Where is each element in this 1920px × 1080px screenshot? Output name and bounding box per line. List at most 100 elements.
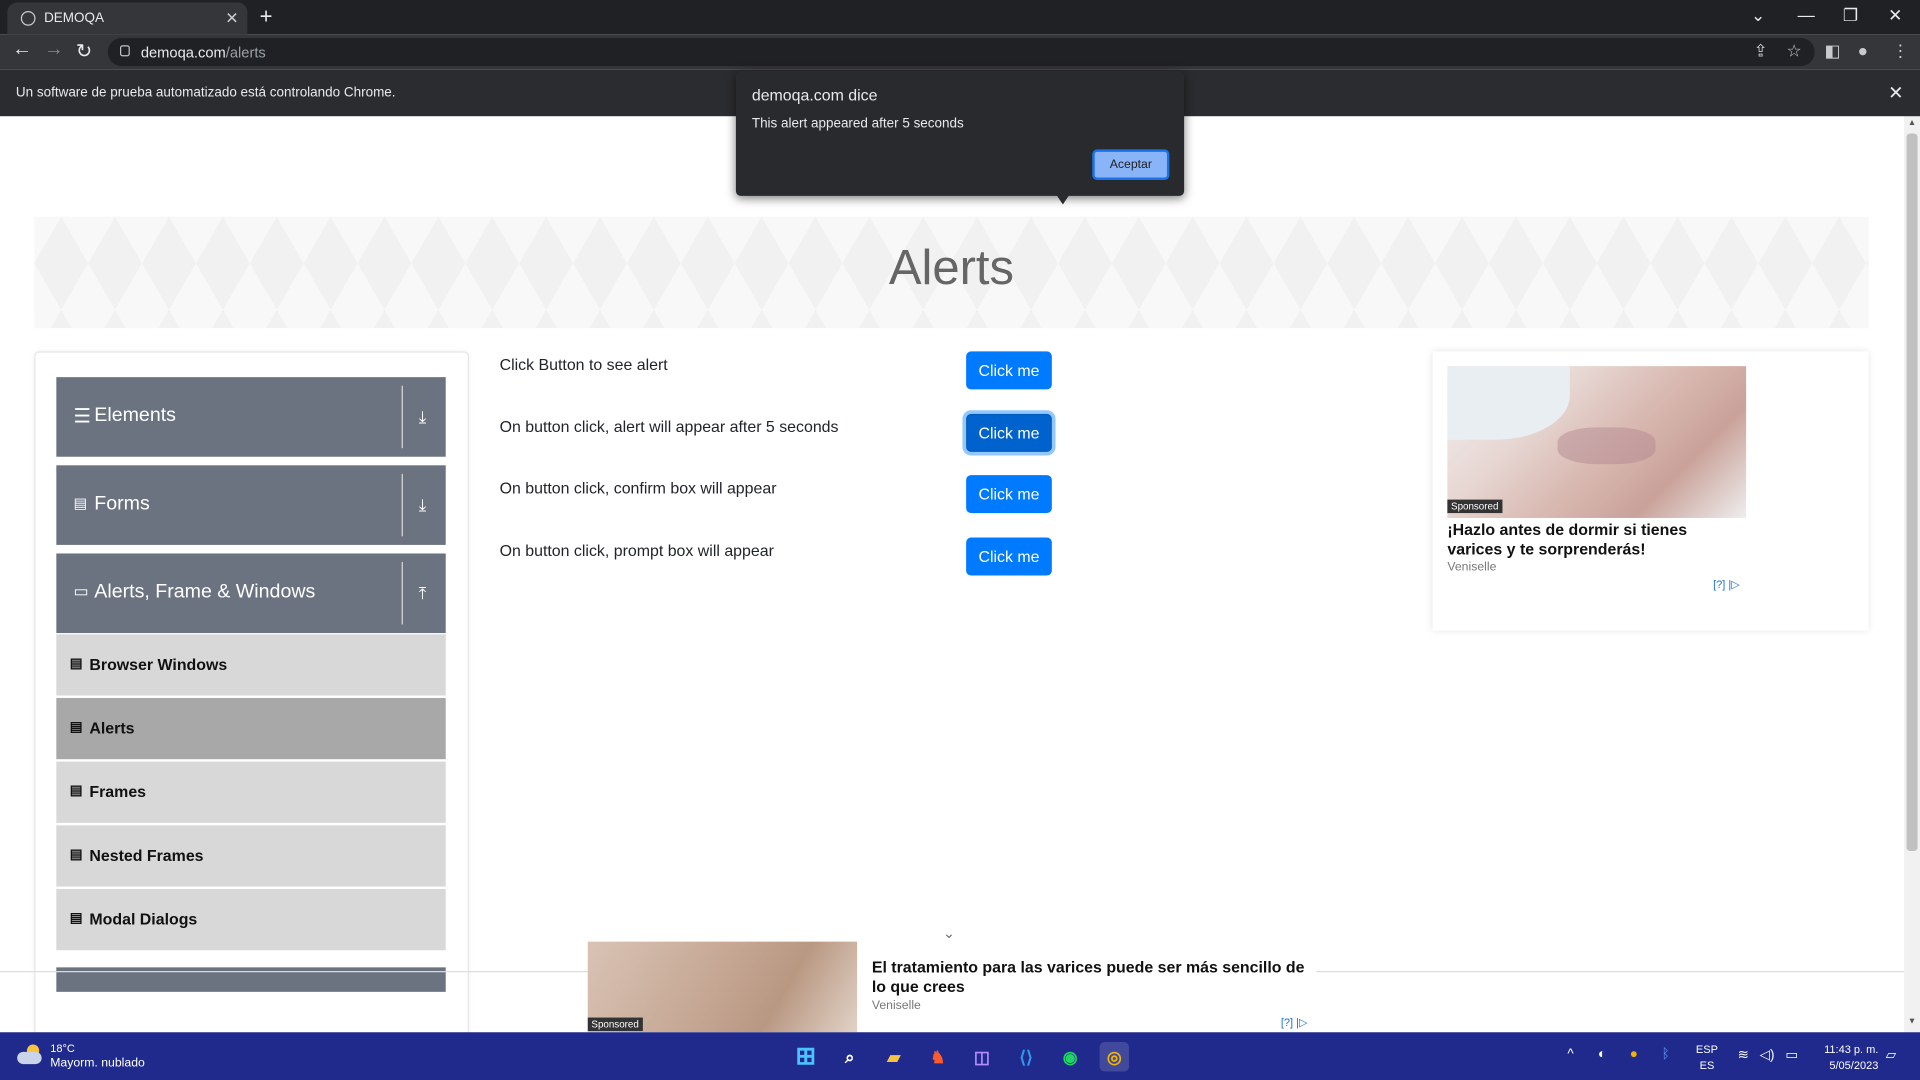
tab-close-icon[interactable]: ✕ xyxy=(225,9,238,29)
reload-icon[interactable]: ↻ xyxy=(76,39,92,63)
expand-down-icon[interactable]: ⤓ xyxy=(419,407,427,428)
sidebar-item-label: Nested Frames xyxy=(89,846,204,865)
page-scrollbar[interactable]: ▲ ▼ xyxy=(1904,116,1920,1033)
clock-date: 5/05/2023 xyxy=(1829,1059,1879,1072)
sidebar-group-alerts-frame-windows[interactable]: ▭ Alerts, Frame & Windows ⤒ xyxy=(56,553,446,634)
list-icon: ▤ xyxy=(69,783,83,799)
group-divider xyxy=(401,562,403,625)
scroll-down-arrow-icon[interactable]: ▼ xyxy=(1908,1018,1916,1027)
sidebar-item-frames[interactable]: ▤ Frames xyxy=(56,761,446,823)
weather-temperature[interactable]: 18°C xyxy=(50,1042,75,1054)
list-icon: ▤ xyxy=(69,911,83,926)
dialog-ok-button[interactable]: Aceptar xyxy=(1092,149,1170,181)
browser-tab[interactable]: DEMOQA ✕ xyxy=(7,2,248,35)
restore-icon[interactable]: ❐ xyxy=(1843,5,1858,26)
tray-app-icon[interactable]: ◐ xyxy=(1598,1047,1606,1062)
tray-chrome-icon[interactable]: ● xyxy=(1630,1047,1638,1062)
back-arrow-icon[interactable]: ← xyxy=(12,39,32,61)
language-code: ESP xyxy=(1695,1043,1718,1056)
tab-search-chevron-icon[interactable]: ⌄ xyxy=(1751,5,1765,26)
sidebar-item-label: Browser Windows xyxy=(89,655,228,674)
timer-alert-row-label: On button click, alert will appear after… xyxy=(499,417,839,436)
tray-overflow-chevron-icon[interactable]: ^ xyxy=(1567,1047,1573,1062)
menu-kebab-icon[interactable]: ⋮ xyxy=(1892,40,1909,61)
sponsored-badge: Sponsored xyxy=(1447,499,1503,514)
weather-condition[interactable]: Mayorm. nublado xyxy=(50,1057,145,1070)
clock-time: 11:43 p. m. xyxy=(1824,1043,1879,1056)
dialog-pointer xyxy=(1055,193,1071,205)
sidebar-item-modal-dialogs[interactable]: ▤ Modal Dialogs xyxy=(56,888,446,951)
expand-down-icon[interactable]: ⤓ xyxy=(419,495,427,516)
sidebar-item-browser-windows[interactable]: ▤ Browser Windows xyxy=(56,634,446,696)
hamburger-icon: ☰ xyxy=(73,406,92,428)
collapse-up-icon[interactable]: ⤒ xyxy=(419,583,427,604)
ad-headline[interactable]: El tratamiento para las varices puede se… xyxy=(872,958,1313,997)
dialog-message: This alert appeared after 5 seconds xyxy=(751,116,964,132)
alert-dialog: demoqa.com dice This alert appeared afte… xyxy=(735,71,1185,196)
prompt-button[interactable]: Click me xyxy=(966,537,1052,576)
window-close-icon[interactable]: ✕ xyxy=(1888,5,1902,26)
sidebar-group-elements[interactable]: ☰ Elements ⤓ xyxy=(56,377,446,457)
ad-image[interactable] xyxy=(1447,366,1747,518)
notifications-icon[interactable]: ▱ xyxy=(1886,1047,1896,1063)
forward-arrow-icon[interactable]: → xyxy=(44,39,64,61)
window-icon: ▭ xyxy=(73,581,89,601)
infobar-close-icon[interactable]: ✕ xyxy=(1888,82,1903,104)
sidebar-group-label: Elements xyxy=(94,405,176,427)
volume-icon[interactable]: ◁) xyxy=(1760,1047,1775,1063)
sidebar-item-alerts[interactable]: ▤ Alerts xyxy=(56,697,446,760)
keyboard-language[interactable]: ESP ES xyxy=(1696,1042,1718,1074)
file-explorer-icon[interactable]: ▰ xyxy=(879,1042,908,1071)
confirm-button[interactable]: Click me xyxy=(966,475,1052,514)
side-panel-icon[interactable]: ◧ xyxy=(1825,40,1841,61)
scrollbar-thumb[interactable] xyxy=(1906,133,1918,852)
ad-headline[interactable]: ¡Hazlo antes de dormir si tienes varices… xyxy=(1447,520,1741,559)
alert-button[interactable]: Click me xyxy=(966,351,1052,390)
prompt-row-label: On button click, prompt box will appear xyxy=(499,541,774,560)
lock-icon xyxy=(120,45,130,57)
brave-browser-icon[interactable]: ♞ xyxy=(923,1042,952,1071)
right-advertisement[interactable]: Sponsored ¡Hazlo antes de dormir si tien… xyxy=(1432,351,1869,631)
ad-brand[interactable]: Veniselle xyxy=(872,999,921,1012)
bottom-advertisement[interactable]: Sponsored El tratamiento para las varice… xyxy=(587,941,1317,1033)
share-icon[interactable]: ⇪ xyxy=(1753,40,1767,61)
adchoices-icon[interactable]: [?] |▷ xyxy=(1281,1016,1308,1029)
keyboard-layout: ES xyxy=(1699,1059,1715,1072)
url-text: demoqa.com/alerts xyxy=(141,44,266,61)
bookmark-star-icon[interactable]: ☆ xyxy=(1787,40,1802,61)
scroll-up-arrow-icon[interactable]: ▲ xyxy=(1908,119,1916,128)
timer-alert-button[interactable]: Click me xyxy=(966,413,1052,452)
windows-start-icon[interactable]: ⊞ xyxy=(791,1042,820,1071)
ad-image-detail xyxy=(1557,427,1656,465)
chevron-down-icon[interactable]: ⌄ xyxy=(943,924,955,941)
page-title: Alerts xyxy=(888,241,1015,296)
weather-cloud-sun-icon[interactable] xyxy=(17,1043,44,1065)
bluetooth-icon[interactable]: ᛒ xyxy=(1662,1047,1670,1062)
new-tab-button[interactable]: + xyxy=(260,4,273,30)
sidebar-group-forms[interactable]: ▤ Forms ⤓ xyxy=(56,465,446,545)
adchoices-icon[interactable]: [?] |▷ xyxy=(1713,578,1740,591)
infobar-message: Un software de prueba automatizado está … xyxy=(15,85,396,101)
ide-app-icon[interactable]: ◫ xyxy=(967,1042,996,1071)
sidebar-item-nested-frames[interactable]: ▤ Nested Frames xyxy=(56,825,446,887)
chrome-icon[interactable]: ◎ xyxy=(1099,1042,1129,1072)
windows-taskbar: 18°C Mayorm. nublado ⊞ ⌕ ▰ ♞ ◫ ⟨⟩ ◉ ◎ ^ … xyxy=(0,1032,1920,1080)
sidebar-item-label: Alerts xyxy=(89,718,135,738)
profile-icon[interactable]: ● xyxy=(1858,40,1868,60)
browser-tab-strip: DEMOQA ✕ + ⌄ — ❐ ✕ xyxy=(0,0,1920,35)
url-host: demoqa.com xyxy=(140,44,226,62)
list-icon: ▤ xyxy=(69,720,83,735)
sponsored-badge: Sponsored xyxy=(587,1017,643,1032)
search-icon[interactable]: ⌕ xyxy=(835,1042,864,1071)
minimize-icon[interactable]: — xyxy=(1798,5,1815,25)
system-clock[interactable]: 11:43 p. m. 5/05/2023 xyxy=(1815,1042,1879,1074)
sidebar-group-label: Alerts, Frame & Windows xyxy=(94,581,316,603)
ad-brand[interactable]: Veniselle xyxy=(1447,561,1496,574)
alert-row-label: Click Button to see alert xyxy=(499,355,668,374)
wifi-icon[interactable]: ≋ xyxy=(1738,1047,1749,1063)
address-bar[interactable]: demoqa.com/alerts xyxy=(107,37,1815,67)
battery-icon[interactable]: ▭ xyxy=(1785,1047,1798,1063)
vscode-icon[interactable]: ⟨⟩ xyxy=(1011,1042,1040,1071)
confirm-row-label: On button click, confirm box will appear xyxy=(499,478,777,498)
spotify-icon[interactable]: ◉ xyxy=(1056,1042,1085,1071)
